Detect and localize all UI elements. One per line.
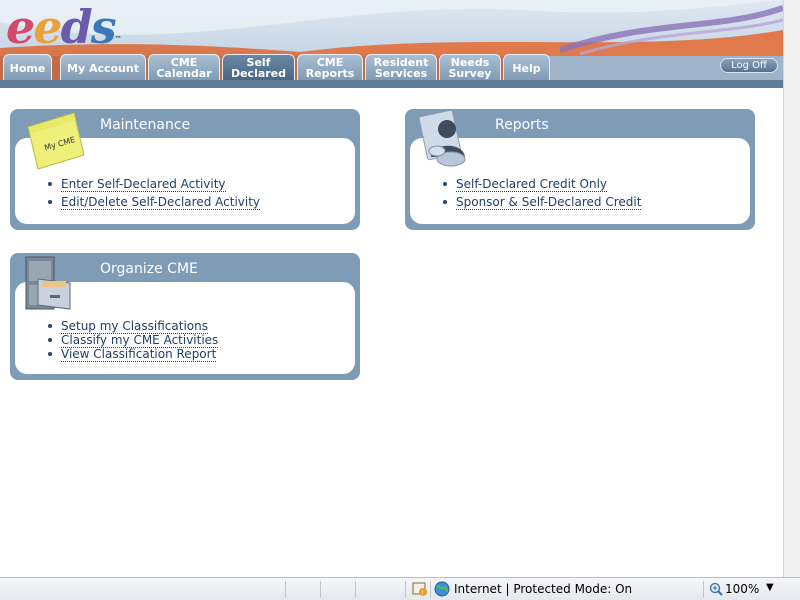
zoom-dropdown-icon[interactable]: ▼ xyxy=(766,582,774,593)
svg-text:!: ! xyxy=(422,590,424,597)
reports-panel: Reports Self-Declared Credit Only Sponso… xyxy=(405,109,755,230)
status-divider xyxy=(430,581,431,598)
setup-my-classifications-link[interactable]: Setup my Classifications xyxy=(61,319,208,334)
view-classification-report-link[interactable]: View Classification Report xyxy=(61,347,217,362)
status-divider xyxy=(320,581,321,598)
header-bottom-bar xyxy=(0,80,783,88)
sponsor-and-self-declared-credit-link[interactable]: Sponsor & Self-Declared Credit xyxy=(456,195,642,210)
tab-home[interactable]: Home xyxy=(3,54,52,81)
zoom-icon[interactable] xyxy=(709,582,723,599)
tab-self-declared[interactable]: Self Declared xyxy=(222,54,295,81)
maintenance-panel: Maintenance Enter Self-Declared Activity… xyxy=(10,109,360,230)
internet-globe-icon xyxy=(434,581,450,600)
logo-letter: d xyxy=(60,0,93,54)
sticky-note-icon: My CME xyxy=(24,111,88,175)
trademark-mark: ™ xyxy=(114,34,122,43)
logo-letter: s xyxy=(90,0,117,54)
enter-self-declared-activity-link[interactable]: Enter Self-Declared Activity xyxy=(61,177,226,192)
tab-my-account[interactable]: My Account xyxy=(60,54,146,81)
maintenance-links: Enter Self-Declared Activity Edit/Delete… xyxy=(47,177,261,213)
status-divider xyxy=(405,581,406,598)
tab-cme-reports[interactable]: CME Reports xyxy=(297,54,363,81)
security-warning-icon[interactable]: ! xyxy=(412,582,428,600)
browser-status-bar: ! Internet | Protected Mode: On 100% ▼ xyxy=(0,577,800,600)
list-item: Enter Self-Declared Activity xyxy=(47,177,260,192)
logo-letter: e xyxy=(33,0,62,54)
log-off-button[interactable]: Log Off xyxy=(720,58,778,73)
organize-cme-panel: Organize CME Setup my Classifications Cl… xyxy=(10,253,360,380)
organize-cme-links: Setup my Classifications Classify my CME… xyxy=(47,319,219,362)
reports-links: Self-Declared Credit Only Sponsor & Self… xyxy=(442,177,642,213)
vertical-scrollbar[interactable] xyxy=(783,0,800,577)
list-item: Edit/Delete Self-Declared Activity xyxy=(47,195,261,210)
panel-title: Organize CME xyxy=(100,261,198,277)
zoom-level-text[interactable]: 100% xyxy=(725,582,759,596)
tab-cme-calendar[interactable]: CME Calendar xyxy=(148,54,220,81)
file-cabinet-icon xyxy=(24,255,78,317)
site-header: eeds™ Home My Account CME Calendar Self … xyxy=(0,0,783,88)
self-declared-credit-only-link[interactable]: Self-Declared Credit Only xyxy=(456,177,608,192)
list-item: Sponsor & Self-Declared Credit xyxy=(442,195,642,210)
user-report-icon xyxy=(417,109,473,173)
tab-help[interactable]: Help xyxy=(503,54,550,81)
status-divider xyxy=(703,581,704,598)
eeds-logo[interactable]: eeds™ xyxy=(6,2,122,52)
logo-letter: e xyxy=(6,0,35,54)
tab-needs-survey[interactable]: Needs Survey xyxy=(439,54,501,81)
edit-delete-self-declared-activity-link[interactable]: Edit/Delete Self-Declared Activity xyxy=(61,195,261,210)
status-divider xyxy=(355,581,356,598)
list-item: Self-Declared Credit Only xyxy=(442,177,641,192)
list-item: Classify my CME Activities xyxy=(47,333,219,348)
panel-title: Reports xyxy=(495,117,549,133)
list-item: View Classification Report xyxy=(47,347,218,362)
classify-my-cme-activities-link[interactable]: Classify my CME Activities xyxy=(61,333,219,348)
status-divider xyxy=(285,581,286,598)
list-item: Setup my Classifications xyxy=(47,319,218,334)
tab-resident-services[interactable]: Resident Services xyxy=(365,54,437,81)
panel-title: Maintenance xyxy=(100,117,191,133)
security-zone-text[interactable]: Internet | Protected Mode: On xyxy=(454,582,632,596)
